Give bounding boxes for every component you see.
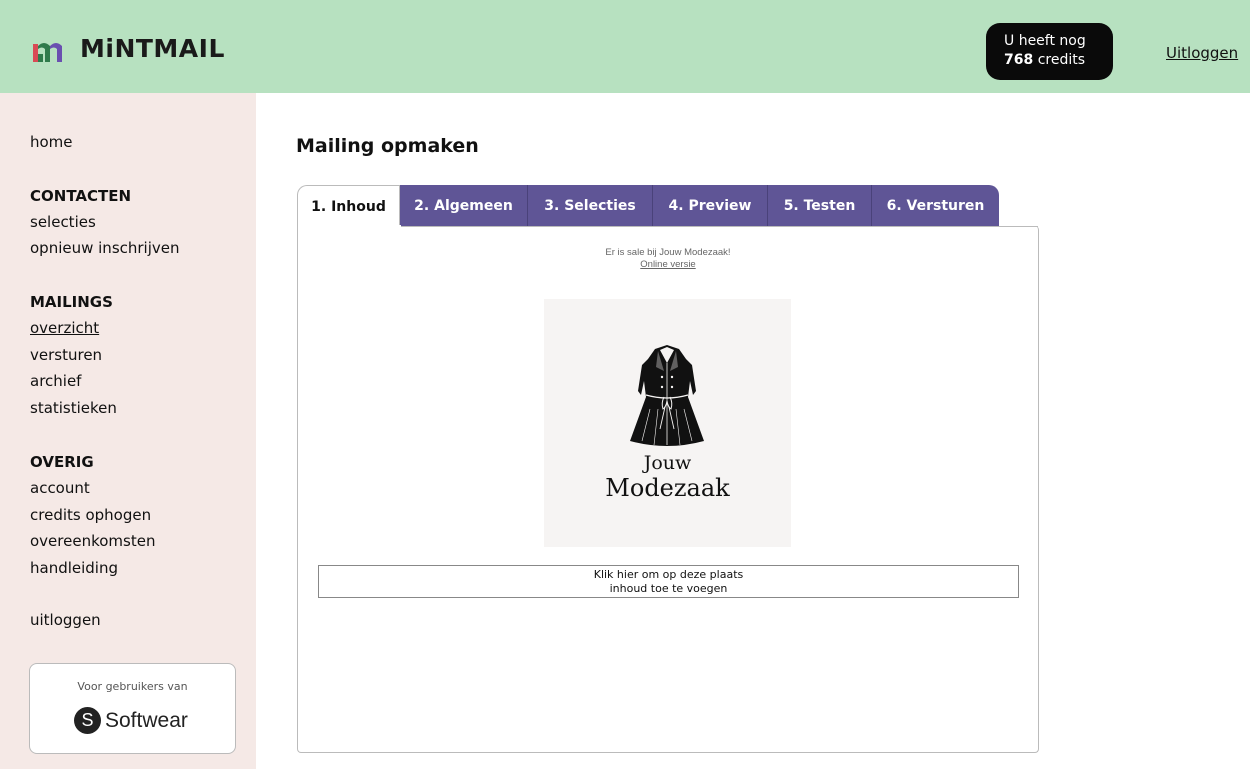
sidebar-item-versturen[interactable]: versturen	[30, 346, 102, 364]
credits-unit: credits	[1037, 52, 1086, 68]
sidebar-item-credits-ophogen[interactable]: credits ophogen	[30, 506, 151, 524]
panel-top-border	[298, 226, 1038, 227]
add-content-line2: inhoud toe te voegen	[609, 582, 728, 595]
tab-selecties[interactable]: 3. Selecties	[528, 185, 653, 227]
tab-preview[interactable]: 4. Preview	[653, 185, 768, 227]
sidebar-item-account[interactable]: account	[30, 479, 90, 497]
active-tab-gap	[298, 225, 401, 227]
tab-testen[interactable]: 5. Testen	[768, 185, 872, 227]
softwear-logo-text: Softwear	[105, 708, 188, 732]
sidebar-item-home[interactable]: home	[30, 133, 73, 151]
softwear-logo: S Softwear	[74, 707, 188, 734]
mintmail-logo[interactable]: MiNTMAIL	[30, 34, 225, 63]
sidebar-heading-contacten: CONTACTEN	[30, 187, 132, 205]
sidebar-item-opnieuw-inschrijven[interactable]: opnieuw inschrijven	[30, 239, 180, 257]
sidebar-item-overzicht[interactable]: overzicht	[30, 319, 99, 337]
preheader-text: Er is sale bij Jouw Modezaak!	[605, 247, 731, 258]
brand-name-line2: Modezaak	[605, 474, 730, 502]
online-version-link[interactable]: Online versie	[298, 259, 1038, 270]
sidebar-heading-overig: OVERIG	[30, 453, 94, 471]
logo-text: MiNTMAIL	[80, 34, 225, 63]
top-header: MiNTMAIL U heeft nog 768 credits Uitlogg…	[0, 0, 1250, 93]
add-content-block[interactable]: Klik hier om op deze plaats inhoud toe t…	[318, 565, 1019, 598]
sidebar-item-uitloggen[interactable]: uitloggen	[30, 611, 101, 629]
sidebar-item-selecties[interactable]: selecties	[30, 213, 96, 231]
tab-algemeen[interactable]: 2. Algemeen	[400, 185, 528, 227]
sidebar-item-handleiding[interactable]: handleiding	[30, 559, 118, 577]
mintmail-m-logo-icon	[33, 42, 62, 62]
partner-box[interactable]: Voor gebruikers van S Softwear	[29, 663, 236, 754]
sidebar-item-statistieken[interactable]: statistieken	[30, 399, 117, 417]
credits-label: U heeft nog	[1004, 33, 1086, 49]
credits-value: 768 credits	[1004, 51, 1113, 70]
tab-versturen[interactable]: 6. Versturen	[872, 185, 999, 227]
logout-link[interactable]: Uitloggen	[1166, 44, 1238, 62]
sidebar-heading-mailings: MAILINGS	[30, 293, 113, 311]
sidebar-item-archief[interactable]: archief	[30, 372, 81, 390]
credits-badge: U heeft nog 768 credits	[986, 23, 1113, 80]
step-tabs: 1. Inhoud 2. Algemeen 3. Selecties 4. Pr…	[297, 185, 999, 227]
tab-inhoud[interactable]: 1. Inhoud	[297, 185, 400, 227]
page-title: Mailing opmaken	[296, 135, 479, 157]
partner-caption: Voor gebruikers van	[77, 680, 188, 693]
brand-name-line1: Jouw	[643, 452, 692, 474]
credits-count: 768	[1004, 52, 1034, 68]
softwear-s-icon: S	[74, 707, 101, 734]
add-content-line1: Klik hier om op deze plaats	[593, 568, 744, 581]
coat-icon	[630, 345, 704, 446]
content-editor-panel: Er is sale bij Jouw Modezaak! Online ver…	[297, 225, 1039, 753]
brand-image[interactable]: Jouw Modezaak	[544, 299, 791, 547]
sidebar-item-overeenkomsten[interactable]: overeenkomsten	[30, 532, 155, 550]
sidebar: home CONTACTEN selecties opnieuw inschri…	[0, 93, 256, 769]
